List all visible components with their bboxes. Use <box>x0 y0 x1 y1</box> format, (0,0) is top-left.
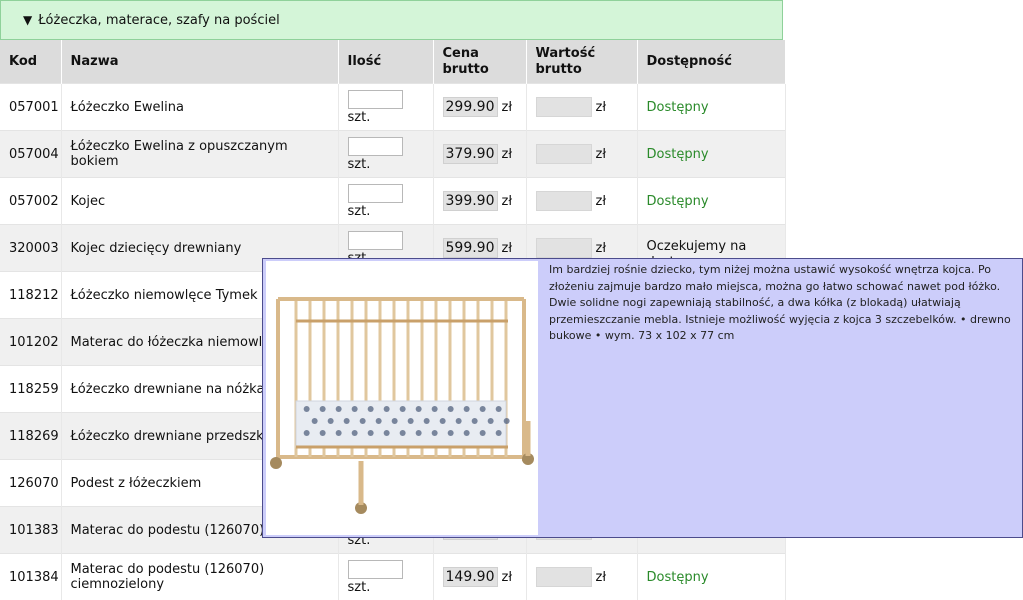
col-header-name: Nazwa <box>61 40 338 84</box>
product-code: 320003 <box>0 225 61 272</box>
value-cell: zł <box>526 84 637 131</box>
col-header-availability: Dostępność <box>637 40 785 84</box>
availability-status: Dostępny <box>647 147 709 162</box>
quantity-input[interactable] <box>348 231 403 250</box>
value-field <box>536 567 592 587</box>
currency-label: zł <box>502 194 513 209</box>
currency-label: zł <box>502 570 513 585</box>
price-value: 149.90 <box>443 567 498 587</box>
availability-status: Dostępny <box>647 194 709 209</box>
product-code: 057004 <box>0 131 61 178</box>
col-header-value: Wartośćbrutto <box>526 40 637 84</box>
quantity-input[interactable] <box>348 90 403 109</box>
availability-cell: Dostępny <box>637 554 785 600</box>
price-value: 299.90 <box>443 97 498 117</box>
collapse-triangle-icon[interactable]: ▼ <box>23 13 32 27</box>
availability-status: Dostępny <box>647 570 709 585</box>
product-code: 118212 <box>0 272 61 319</box>
qty-cell: szt. <box>338 554 433 600</box>
product-name[interactable]: Łóżeczko Ewelina <box>61 84 338 131</box>
category-header[interactable]: ▼ Łóżeczka, materace, szafy na pościel <box>0 0 783 40</box>
col-header-price: Cenabrutto <box>433 40 526 84</box>
currency-label: zł <box>596 147 607 162</box>
col-header-code: Kod <box>0 40 61 84</box>
price-cell: 399.90 zł <box>433 178 526 225</box>
availability-cell: Dostępny <box>637 131 785 178</box>
value-field <box>536 238 592 258</box>
quantity-input[interactable] <box>348 184 403 203</box>
price-cell: 379.90 zł <box>433 131 526 178</box>
qty-cell: szt. <box>338 131 433 178</box>
table-row: 057004Łóżeczko Ewelina z opuszczanym bok… <box>0 131 785 178</box>
price-cell: 149.90 zł <box>433 554 526 600</box>
unit-label: szt. <box>348 110 424 125</box>
currency-label: zł <box>502 147 513 162</box>
price-value: 399.90 <box>443 191 498 211</box>
value-field <box>536 97 592 117</box>
value-field <box>536 191 592 211</box>
product-tooltip: Im bardziej rośnie dziecko, tym niżej mo… <box>262 258 1023 538</box>
product-code: 101202 <box>0 319 61 366</box>
table-row: 057002Kojec szt. 399.90 zł zł Dostępny <box>0 178 785 225</box>
playpen-photo-icon <box>266 261 538 535</box>
product-code: 126070 <box>0 460 61 507</box>
product-name[interactable]: Łóżeczko Ewelina z opuszczanym bokiem <box>61 131 338 178</box>
value-cell: zł <box>526 178 637 225</box>
product-code: 057001 <box>0 84 61 131</box>
currency-label: zł <box>596 194 607 209</box>
product-name[interactable]: Kojec <box>61 178 338 225</box>
unit-label: szt. <box>348 204 424 219</box>
currency-label: zł <box>596 570 607 585</box>
table-header-row: Kod Nazwa Ilość Cenabrutto Wartośćbrutto… <box>0 40 785 84</box>
value-cell: zł <box>526 554 637 600</box>
product-code: 118259 <box>0 366 61 413</box>
value-field <box>536 144 592 164</box>
currency-label: zł <box>596 100 607 115</box>
table-row: 101384Materac do podestu (126070) ciemno… <box>0 554 785 600</box>
qty-cell: szt. <box>338 84 433 131</box>
product-name[interactable]: Materac do podestu (126070) ciemnozielon… <box>61 554 338 600</box>
qty-cell: szt. <box>338 178 433 225</box>
product-code: 101384 <box>0 554 61 600</box>
availability-cell: Dostępny <box>637 84 785 131</box>
product-description: Im bardziej rośnie dziecko, tym niżej mo… <box>549 262 1016 345</box>
quantity-input[interactable] <box>348 560 403 579</box>
availability-status: Dostępny <box>647 100 709 115</box>
price-value: 599.90 <box>443 238 498 258</box>
quantity-input[interactable] <box>348 137 403 156</box>
currency-label: zł <box>502 241 513 256</box>
unit-label: szt. <box>348 157 424 172</box>
col-header-qty: Ilość <box>338 40 433 84</box>
product-code: 057002 <box>0 178 61 225</box>
currency-label: zł <box>596 241 607 256</box>
currency-label: zł <box>502 100 513 115</box>
category-title: Łóżeczka, materace, szafy na pościel <box>38 13 279 28</box>
price-cell: 299.90 zł <box>433 84 526 131</box>
price-value: 379.90 <box>443 144 498 164</box>
value-cell: zł <box>526 131 637 178</box>
availability-cell: Dostępny <box>637 178 785 225</box>
product-code: 118269 <box>0 413 61 460</box>
table-row: 057001Łóżeczko Ewelina szt. 299.90 zł zł Dost… <box>0 84 785 131</box>
unit-label: szt. <box>348 580 424 595</box>
product-code: 101383 <box>0 507 61 554</box>
